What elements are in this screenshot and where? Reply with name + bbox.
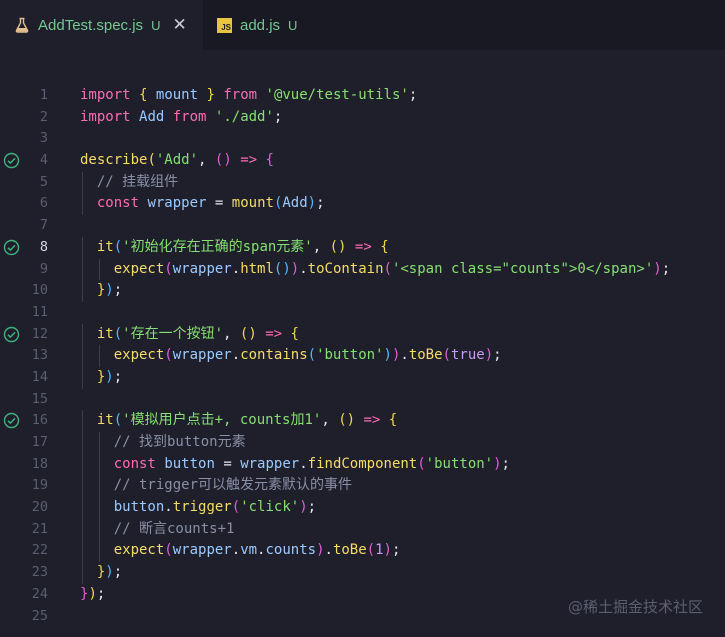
code-line[interactable]: 19 // trigger可以触发元素默认的事件	[0, 475, 725, 498]
line-number: 25	[31, 607, 48, 624]
code-line[interactable]: 13 expect(wrapper.contains('button')).to…	[0, 345, 725, 367]
code-line[interactable]: 22 expect(wrapper.vm.counts).toBe(1);	[0, 540, 725, 563]
check-circle-icon[interactable]	[3, 239, 20, 256]
code-text: expect(wrapper.html()).toContain('<span …	[113, 260, 671, 277]
code-text: const wrapper = mount(Add);	[96, 195, 325, 212]
line-number: 12	[31, 325, 48, 342]
watermark: @稀土掘金技术社区	[567, 598, 703, 616]
line-number: 18	[31, 455, 48, 472]
git-status-badge: U	[151, 17, 161, 33]
line-number: 16	[31, 412, 48, 429]
code-line[interactable]: 11	[0, 302, 725, 324]
code-text: button.trigger('click');	[113, 499, 317, 516]
code-line[interactable]: 5 // 挂载组件	[0, 171, 725, 194]
line-number: 7	[39, 217, 48, 234]
code-line[interactable]: 21 // 断言counts+1	[0, 518, 725, 541]
code-text: });	[80, 585, 106, 602]
code-text: // 挂载组件	[96, 173, 179, 190]
code-line[interactable]: 1 import { mount } from '@vue/test-utils'…	[0, 85, 725, 107]
code-line[interactable]: 6 const wrapper = mount(Add);	[0, 193, 725, 216]
code-text: const button = wrapper.findComponent('bu…	[113, 455, 510, 472]
code-text: describe('Add', () => {	[80, 152, 274, 169]
check-circle-icon[interactable]	[3, 412, 20, 429]
code-text: });	[96, 282, 123, 299]
code-text: import Add from './add';	[80, 108, 283, 125]
line-number: 5	[39, 173, 48, 190]
code-text: // 断言counts+1	[113, 520, 235, 537]
code-line[interactable]: 4 describe('Add', () => {	[0, 150, 725, 172]
editor-tab-bar: AddTest.spec.js U ✕ JS add.js U	[0, 0, 725, 50]
code-line[interactable]: 14 });	[0, 366, 725, 389]
check-circle-icon[interactable]	[3, 152, 20, 169]
code-editor[interactable]: 1 import { mount } from '@vue/test-utils'…	[0, 85, 725, 627]
code-line[interactable]: 23 });	[0, 562, 725, 584]
tab-label: AddTest.spec.js	[38, 16, 144, 34]
code-text: expect(wrapper.vm.counts).toBe(1);	[113, 542, 401, 559]
code-line[interactable]: 20 button.trigger('click');	[0, 497, 725, 519]
close-icon[interactable]: ✕	[172, 15, 186, 35]
code-line[interactable]: 16 it('模拟用户点击+, counts加1', () => {	[0, 410, 725, 432]
line-number: 15	[31, 390, 48, 407]
js-file-icon: JS	[217, 17, 232, 33]
line-number: 23	[31, 564, 48, 581]
code-text: import { mount } from '@vue/test-utils';	[80, 87, 418, 103]
tab-add-js[interactable]: JS add.js U	[203, 0, 343, 50]
code-line[interactable]: 15	[0, 389, 725, 411]
line-number: 22	[31, 542, 48, 559]
code-line[interactable]: 3	[0, 128, 725, 150]
code-line[interactable]: 8 it('初始化存在正确的span元素', () => {	[0, 236, 725, 259]
code-line[interactable]: 2 import Add from './add';	[0, 107, 725, 129]
check-circle-icon[interactable]	[3, 326, 20, 343]
line-number: 21	[31, 520, 48, 537]
line-number: 14	[31, 368, 48, 385]
line-number: 8	[39, 238, 48, 255]
git-status-badge: U	[288, 17, 298, 33]
line-number: 24	[31, 585, 48, 602]
code-line[interactable]: 9 expect(wrapper.html()).toContain('<spa…	[0, 258, 725, 281]
line-number: 19	[31, 477, 48, 494]
code-text: });	[96, 564, 123, 581]
line-number: 9	[39, 260, 48, 277]
code-line[interactable]: 12 it('存在一个按钮', () => {	[0, 323, 725, 346]
code-line[interactable]: 17 // 找到button元素	[0, 432, 725, 454]
code-text: expect(wrapper.contains('button')).toBe(…	[113, 347, 502, 364]
code-text: it('初始化存在正确的span元素', () => {	[96, 238, 389, 255]
tab-label: add.js	[240, 16, 281, 34]
line-number: 1	[39, 87, 48, 103]
line-number: 3	[39, 130, 48, 147]
code-line[interactable]: 18 const button = wrapper.findComponent(…	[0, 453, 725, 476]
line-number: 17	[31, 434, 48, 450]
line-number: 2	[39, 108, 48, 125]
line-number: 11	[31, 303, 48, 320]
code-text: it('存在一个按钮', () => {	[96, 325, 299, 342]
line-number: 20	[31, 499, 48, 516]
code-text: it('模拟用户点击+, counts加1', () => {	[96, 412, 398, 429]
line-number: 6	[39, 195, 48, 212]
line-number: 13	[31, 347, 48, 364]
flask-icon	[15, 17, 29, 33]
line-number: 4	[39, 152, 48, 169]
code-text: // trigger可以触发元素默认的事件	[113, 477, 353, 494]
code-text: });	[96, 368, 123, 385]
code-text: // 找到button元素	[113, 434, 246, 450]
code-line[interactable]: 10 });	[0, 280, 725, 302]
code-line[interactable]: 7	[0, 215, 725, 237]
tab-addtest-spec[interactable]: AddTest.spec.js U ✕	[0, 0, 203, 50]
line-number: 10	[31, 282, 48, 299]
